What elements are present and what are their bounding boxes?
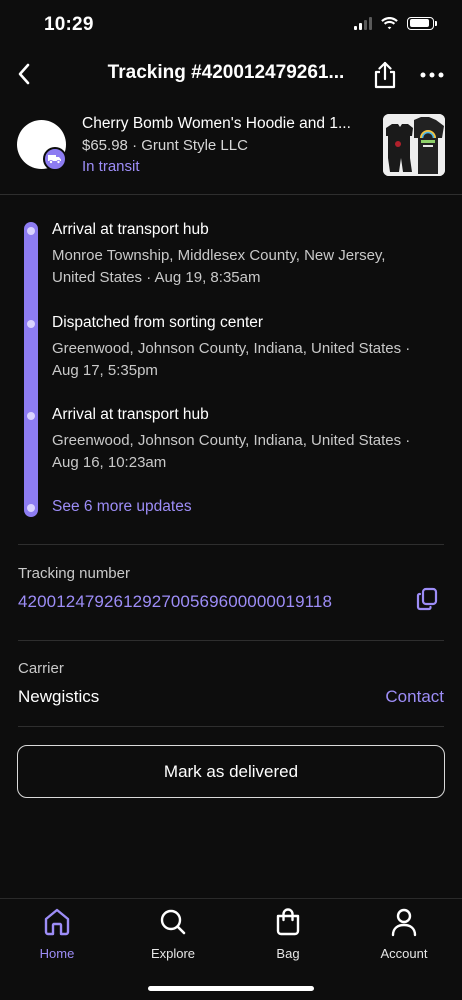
- event-detail: Greenwood, Johnson County, Indiana, Unit…: [52, 430, 442, 474]
- page-title: Tracking #420012479261...: [107, 62, 345, 83]
- search-icon: [158, 907, 188, 937]
- battery-level: [409, 19, 430, 27]
- event-title: Dispatched from sorting center: [52, 314, 264, 331]
- carrier-name: Newgistics: [18, 687, 100, 706]
- tab-label: Explore: [150, 946, 196, 961]
- timeline-track: [24, 222, 38, 517]
- tab-account[interactable]: Account: [359, 907, 449, 967]
- timeline-event: Arrival at transport hub Greenwood, John…: [52, 405, 442, 474]
- copy-icon: [416, 587, 438, 611]
- tab-label: Account: [380, 946, 428, 961]
- order-summary[interactable]: Cherry Bomb Women's Hoodie and 1... $65.…: [0, 106, 462, 186]
- share-icon: [374, 61, 396, 89]
- battery-icon: [407, 16, 437, 30]
- divider: [0, 194, 462, 195]
- timeline-event: Arrival at transport hub Monroe Township…: [52, 220, 442, 289]
- timeline-dot: [27, 412, 35, 420]
- tab-explore[interactable]: Explore: [128, 907, 218, 967]
- home-indicator: [148, 986, 314, 991]
- tracking-number[interactable]: 420012479261292700569600000019118: [18, 592, 332, 612]
- copy-button[interactable]: [412, 584, 442, 614]
- shipment-status: In transit: [82, 158, 140, 175]
- product-price: $65.98: [82, 137, 128, 154]
- seller-name: Grunt Style LLC: [141, 137, 248, 154]
- divider: [18, 544, 444, 545]
- timeline-event: Dispatched from sorting center Greenwood…: [52, 313, 442, 382]
- tab-bag[interactable]: Bag: [243, 907, 333, 967]
- event-location: Monroe Township, Middlesex County, New J…: [52, 247, 386, 264]
- back-button[interactable]: [8, 58, 40, 90]
- event-time: Aug 16, 10:23am: [52, 454, 167, 471]
- tab-home[interactable]: Home: [12, 907, 102, 967]
- divider: [18, 640, 444, 641]
- divider: [18, 726, 444, 727]
- status-bar: 10:29: [0, 0, 462, 52]
- event-detail: Monroe Township, Middlesex County, New J…: [52, 245, 442, 289]
- cellular-signal-icon: [354, 16, 372, 30]
- product-name: Cherry Bomb Women's Hoodie and 1...: [82, 115, 351, 132]
- event-title: Arrival at transport hub: [52, 406, 209, 423]
- tab-label: Bag: [276, 946, 300, 961]
- event-title: Arrival at transport hub: [52, 221, 209, 238]
- meta-separator: ·: [132, 137, 138, 154]
- share-button[interactable]: [368, 58, 402, 92]
- more-options-button[interactable]: [414, 58, 450, 92]
- wifi-icon: [381, 17, 398, 30]
- event-location: Greenwood, Johnson County, Indiana, Unit…: [52, 432, 411, 449]
- event-detail: Greenwood, Johnson County, Indiana, Unit…: [52, 338, 442, 382]
- nav-header: Tracking #420012479261...: [0, 52, 462, 96]
- bag-icon: [273, 907, 303, 937]
- contact-carrier-link[interactable]: Contact: [385, 687, 444, 707]
- timeline-dot: [27, 227, 35, 235]
- status-icons: [354, 16, 437, 30]
- see-more-updates-link[interactable]: See 6 more updates: [52, 498, 192, 516]
- product-meta: $65.98 · Grunt Style LLC: [82, 137, 248, 154]
- event-time: Aug 17, 5:35pm: [52, 362, 158, 379]
- product-thumbnail: [383, 114, 445, 176]
- event-time: United States · Aug 19, 8:35am: [52, 269, 261, 286]
- status-time: 10:29: [44, 14, 94, 35]
- chevron-left-icon: [18, 63, 30, 85]
- person-icon: [389, 907, 419, 937]
- tracking-timeline: Arrival at transport hub Monroe Township…: [0, 208, 462, 524]
- more-horizontal-icon: [420, 72, 444, 78]
- timeline-dot: [27, 320, 35, 328]
- event-location: Greenwood, Johnson County, Indiana, Unit…: [52, 340, 411, 357]
- bottom-tab-bar: Home Explore Bag Account: [0, 898, 462, 1000]
- tab-label: Home: [39, 946, 75, 961]
- mark-as-delivered-button[interactable]: Mark as delivered: [17, 745, 445, 798]
- carrier-label: Carrier: [18, 660, 64, 677]
- timeline-dot: [27, 504, 35, 512]
- truck-icon: [43, 147, 67, 171]
- tracking-number-label: Tracking number: [18, 565, 130, 582]
- home-icon: [42, 907, 72, 937]
